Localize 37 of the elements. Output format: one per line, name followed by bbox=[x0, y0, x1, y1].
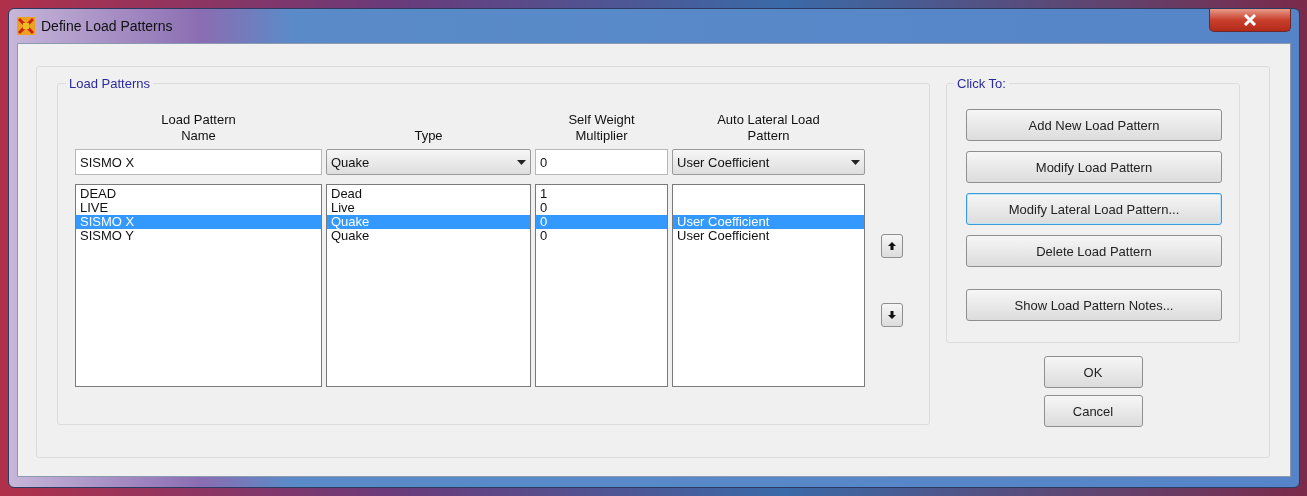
close-icon bbox=[1243, 14, 1257, 26]
dropdown-arrow-icon bbox=[851, 159, 860, 165]
action-button[interactable]: Show Load Pattern Notes... bbox=[966, 289, 1222, 321]
cancel-button[interactable]: Cancel bbox=[1043, 395, 1143, 427]
dropdown[interactable]: User Coefficient bbox=[672, 149, 865, 175]
action-button[interactable]: Delete Load Pattern bbox=[966, 235, 1222, 267]
action-button[interactable]: Modify Load Pattern bbox=[966, 151, 1222, 183]
arrow-down-icon bbox=[888, 311, 896, 319]
window-title: Define Load Patterns bbox=[41, 18, 173, 34]
group-title: Click To: bbox=[954, 76, 1009, 91]
input-field[interactable]: 0 bbox=[535, 149, 668, 175]
app-icon bbox=[17, 17, 35, 35]
ok-button[interactable]: OK bbox=[1043, 356, 1143, 388]
list-item[interactable]: Dead bbox=[327, 187, 530, 201]
move-down-button[interactable] bbox=[881, 303, 903, 327]
list-item[interactable]: DEAD bbox=[76, 187, 321, 201]
list-item[interactable]: LIVE bbox=[76, 201, 321, 215]
action-button[interactable]: Add New Load Pattern bbox=[966, 109, 1222, 141]
column-header: Load Pattern Name bbox=[160, 112, 237, 144]
dropdown[interactable]: Quake bbox=[326, 149, 531, 175]
action-button[interactable]: Modify Lateral Load Pattern... bbox=[966, 193, 1222, 225]
list-item[interactable]: User Coefficient bbox=[673, 229, 864, 243]
move-up-button[interactable] bbox=[881, 234, 903, 258]
list-item[interactable]: 0 bbox=[536, 229, 667, 243]
list-item[interactable]: Quake bbox=[327, 229, 530, 243]
list-item[interactable]: 0 bbox=[536, 201, 667, 215]
arrow-up-icon bbox=[888, 242, 896, 250]
column-header: Self Weight Multiplier bbox=[567, 112, 636, 144]
list-item[interactable]: Live bbox=[327, 201, 530, 215]
column-header: Auto Lateral Load Pattern bbox=[716, 112, 821, 144]
column-header: Type bbox=[414, 128, 443, 144]
list-item[interactable]: 1 bbox=[536, 187, 667, 201]
group-title: Load Patterns bbox=[66, 76, 153, 91]
dropdown-arrow-icon bbox=[517, 159, 526, 165]
list-item[interactable]: SISMO Y bbox=[76, 229, 321, 243]
close-button[interactable] bbox=[1209, 9, 1291, 32]
input-field[interactable]: SISMO X bbox=[75, 149, 322, 175]
